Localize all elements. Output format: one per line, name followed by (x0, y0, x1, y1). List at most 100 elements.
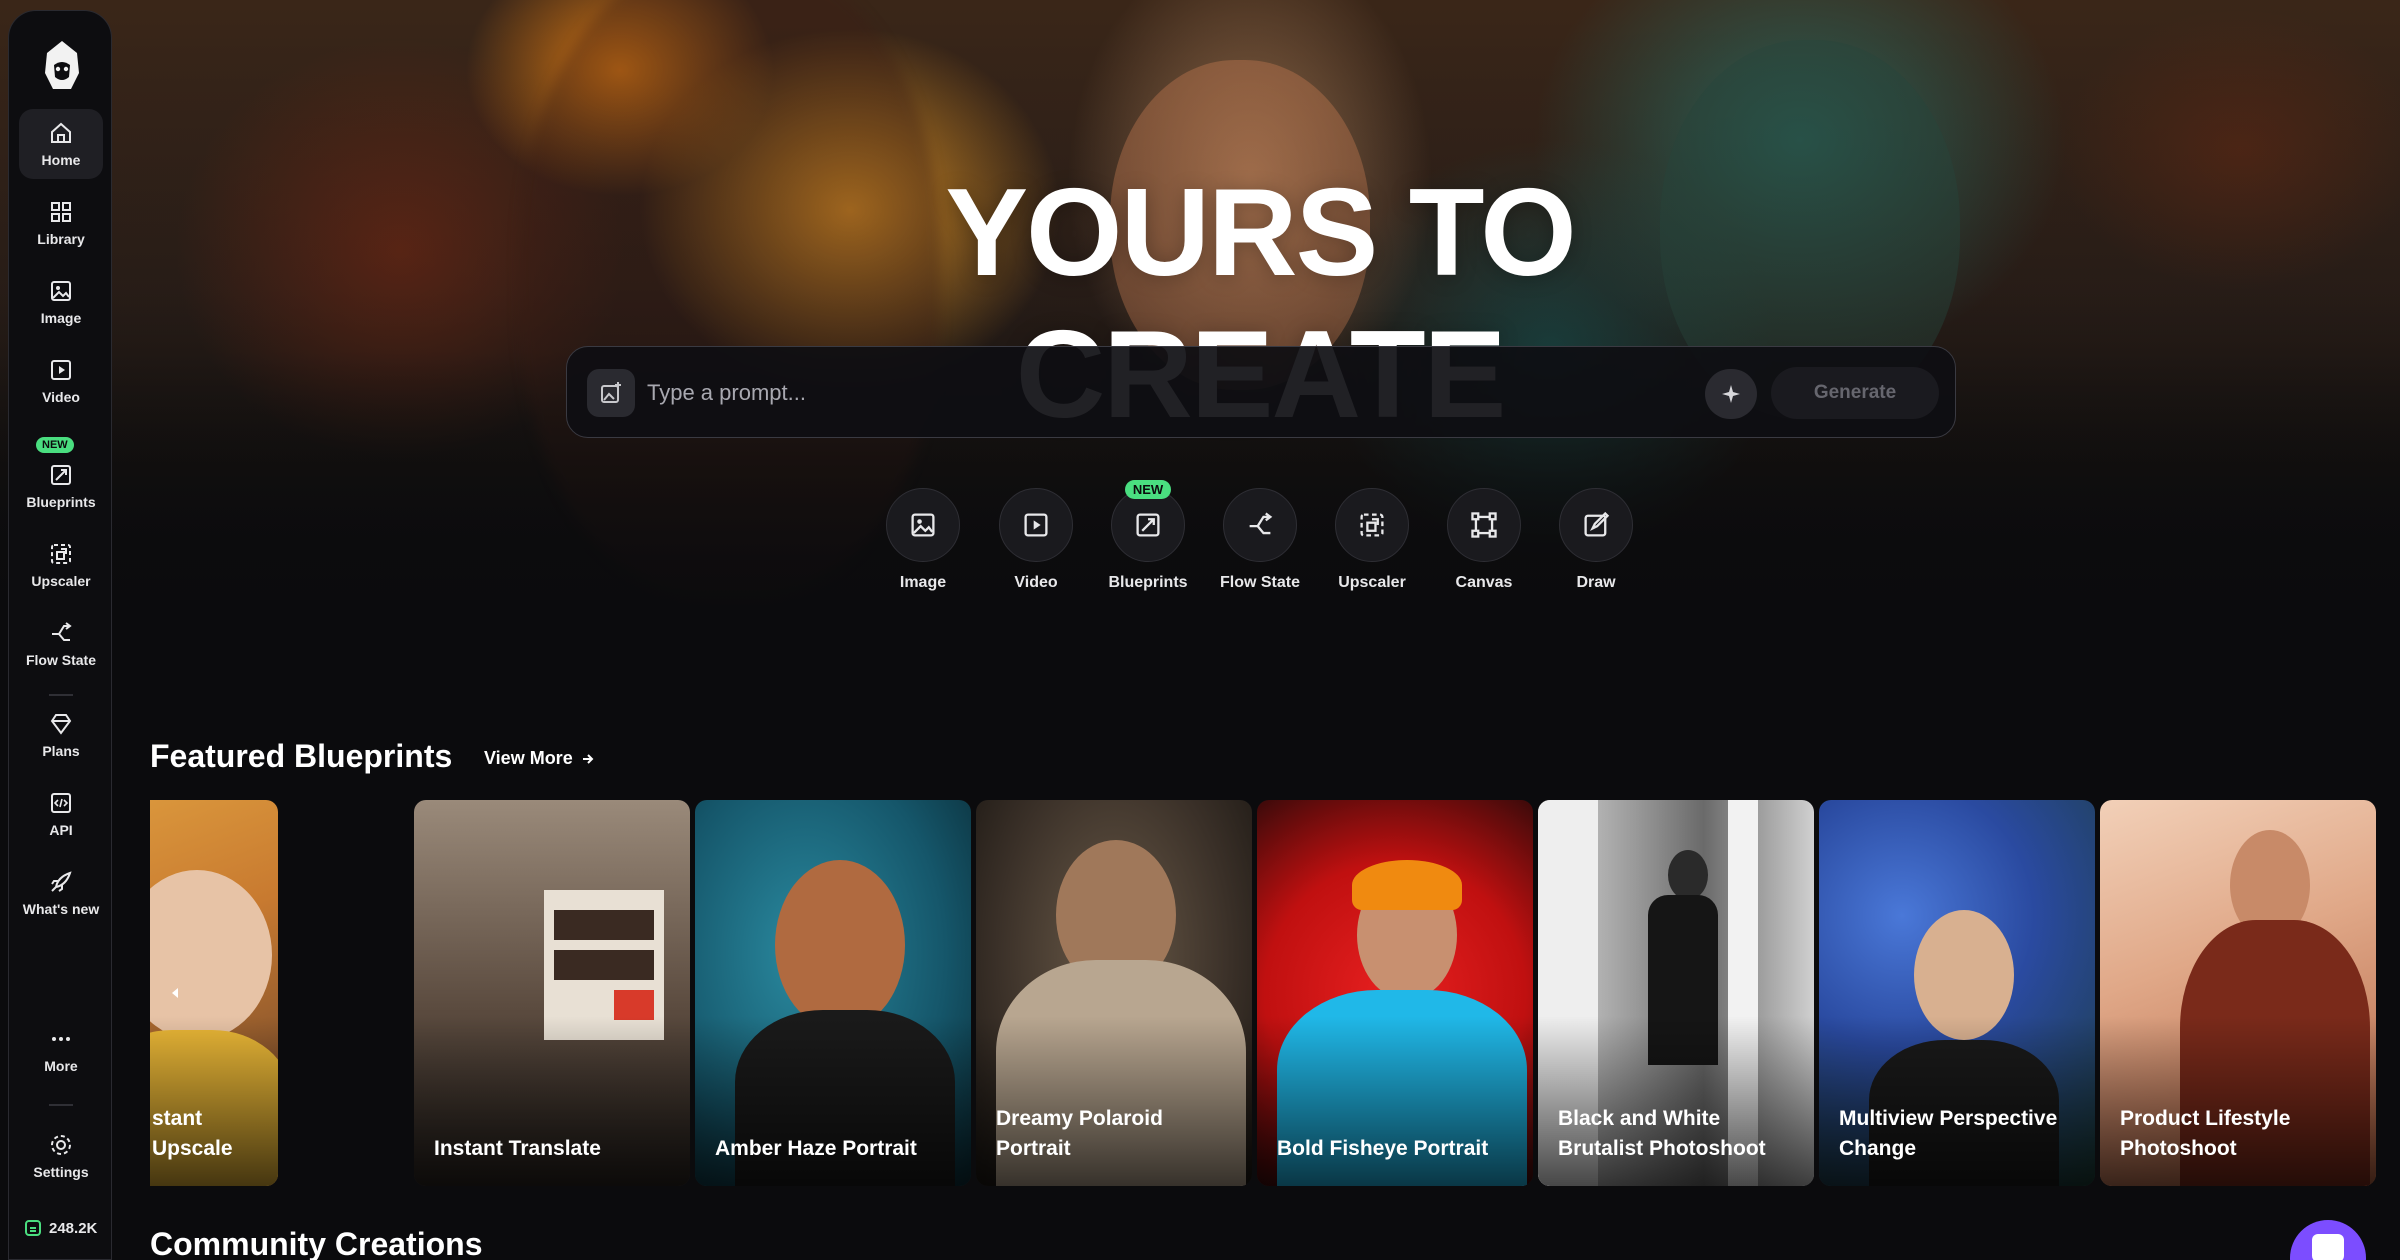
sidebar-item-label: Flow State (25, 652, 96, 668)
sidebar-item-flow-state[interactable]: Flow State (19, 609, 103, 679)
tool-label: Blueprints (1108, 574, 1188, 591)
blueprint-card[interactable]: Black and White Brutalist Photoshoot (1538, 800, 1814, 1186)
sidebar-item-label: Upscaler (31, 573, 91, 589)
tool-blueprints[interactable]: NEW Blueprints (1098, 480, 1198, 592)
token-icon (25, 1220, 41, 1236)
tool-label: Draw (1576, 574, 1616, 591)
view-more-link[interactable]: View More (484, 748, 595, 769)
image-icon (51, 281, 71, 301)
flow-icon (52, 622, 72, 641)
sidebar-item-label: Image (40, 310, 82, 326)
app-root: Home Library Image Video NEW Blueprints … (0, 0, 2400, 1260)
enhance-prompt-button[interactable] (1705, 369, 1757, 419)
blueprint-card[interactable]: Multiview Perspective Change (1819, 800, 2095, 1186)
blueprint-card-title: Instant Translate (434, 1137, 601, 1160)
sidebar-item-video[interactable]: Video (19, 346, 103, 416)
image-icon (911, 513, 935, 537)
sidebar-item-label: Library (37, 231, 85, 247)
tool-canvas[interactable]: Canvas (1434, 488, 1534, 592)
tool-label: Image (899, 574, 947, 591)
blueprint-carousel: stant Upscale Instant Translate Amber Ha… (150, 800, 2376, 1186)
tool-button[interactable] (886, 488, 960, 562)
tool-button[interactable] (1335, 488, 1409, 562)
tool-label: Video (1014, 574, 1058, 591)
add-image-icon (601, 382, 621, 403)
sidebar-item-api[interactable]: API (19, 779, 103, 849)
blueprint-card-title: stant Upscale (152, 1107, 233, 1160)
add-image-button[interactable] (587, 369, 635, 417)
sidebar-item-label: Home (41, 152, 81, 168)
blueprint-card-title: Dreamy Polaroid Portrait (996, 1107, 1163, 1160)
sidebar-item-label: Plans (42, 743, 80, 759)
chat-icon (2312, 1234, 2344, 1260)
flow-icon (1249, 512, 1273, 535)
diamond-icon (50, 714, 72, 735)
grid-icon (51, 202, 71, 222)
new-badge: NEW (36, 437, 74, 453)
tool-button[interactable] (1223, 488, 1297, 562)
sidebar-item-label: More (44, 1058, 78, 1074)
sidebar-item-plans[interactable]: Plans (19, 700, 103, 770)
upscale-icon (1360, 513, 1384, 537)
tool-image[interactable]: Image (873, 488, 973, 592)
blueprint-card[interactable]: Product Lifestyle Photoshoot (2100, 800, 2376, 1186)
sidebar-item-library[interactable]: Library (19, 188, 103, 258)
blueprint-card-title: Bold Fisheye Portrait (1277, 1137, 1489, 1160)
carousel-prev-button[interactable] (160, 978, 190, 1008)
blueprint-icon (1136, 513, 1160, 537)
tool-draw[interactable]: Draw (1546, 488, 1646, 592)
arrow-right-icon (582, 753, 594, 764)
sidebar-item-label: Blueprints (26, 494, 96, 510)
tool-upscaler[interactable]: Upscaler (1322, 488, 1422, 592)
chat-support-button[interactable] (2290, 1220, 2366, 1260)
prompt-bar: Generate (566, 346, 1956, 438)
sidebar-item-label: Settings (33, 1164, 89, 1180)
tool-label: Upscaler (1338, 574, 1406, 591)
sidebar-item-blueprints[interactable]: NEW Blueprints (19, 437, 103, 521)
featured-blueprints-heading: Featured Blueprints (150, 738, 453, 774)
credits-counter[interactable]: 248.2K (23, 1218, 97, 1238)
sidebar-divider (49, 694, 73, 696)
blueprint-card-title: Black and White Brutalist Photoshoot (1558, 1107, 1766, 1160)
new-badge: NEW (1124, 480, 1172, 499)
blueprint-icon (51, 465, 71, 485)
tool-button[interactable] (1447, 488, 1521, 562)
blueprint-card[interactable]: Bold Fisheye Portrait (1257, 800, 1533, 1186)
wizard-logo-icon[interactable] (41, 39, 83, 93)
blueprint-card-title: Amber Haze Portrait (715, 1137, 917, 1160)
tool-label: Canvas (1455, 574, 1513, 591)
tool-video[interactable]: Video (986, 488, 1086, 592)
blueprint-card-title: Product Lifestyle Photoshoot (2120, 1107, 2291, 1160)
credits-value: 248.2K (49, 1219, 98, 1237)
generate-button[interactable]: Generate (1771, 367, 1939, 419)
tool-button[interactable] (999, 488, 1073, 562)
tool-button[interactable] (1111, 488, 1185, 562)
tool-label: Flow State (1219, 574, 1300, 591)
sidebar-item-label: API (49, 822, 73, 838)
sidebar-item-settings[interactable]: Settings (19, 1121, 103, 1191)
sidebar-item-home[interactable]: Home (19, 109, 103, 179)
sidebar-item-more[interactable]: More (19, 1015, 103, 1085)
rocket-icon (51, 871, 72, 892)
play-icon (1024, 513, 1048, 537)
play-icon (51, 360, 71, 380)
sidebar-item-upscaler[interactable]: Upscaler (19, 530, 103, 600)
blueprint-card[interactable]: Instant Translate (414, 800, 690, 1186)
draw-icon (1584, 511, 1610, 537)
sidebar-divider (49, 1104, 73, 1106)
blueprint-card[interactable]: Dreamy Polaroid Portrait (976, 800, 1252, 1186)
sidebar-item-label: Video (42, 389, 80, 405)
home-icon (51, 122, 71, 143)
blueprint-card[interactable]: Amber Haze Portrait (695, 800, 971, 1186)
prompt-input[interactable] (647, 373, 1547, 413)
tool-flow-state[interactable]: Flow State (1210, 488, 1310, 592)
dots-icon (52, 1037, 70, 1041)
sidebar-item-image[interactable]: Image (19, 267, 103, 337)
gear-icon (51, 1135, 71, 1155)
chevron-left-icon (172, 988, 178, 998)
sidebar-item-whats-new[interactable]: What's new (19, 858, 103, 928)
community-creations-heading: Community Creations (150, 1226, 483, 1260)
tool-button[interactable] (1559, 488, 1633, 562)
upscale-icon (51, 544, 71, 564)
sidebar: Home Library Image Video NEW Blueprints … (8, 10, 112, 1260)
